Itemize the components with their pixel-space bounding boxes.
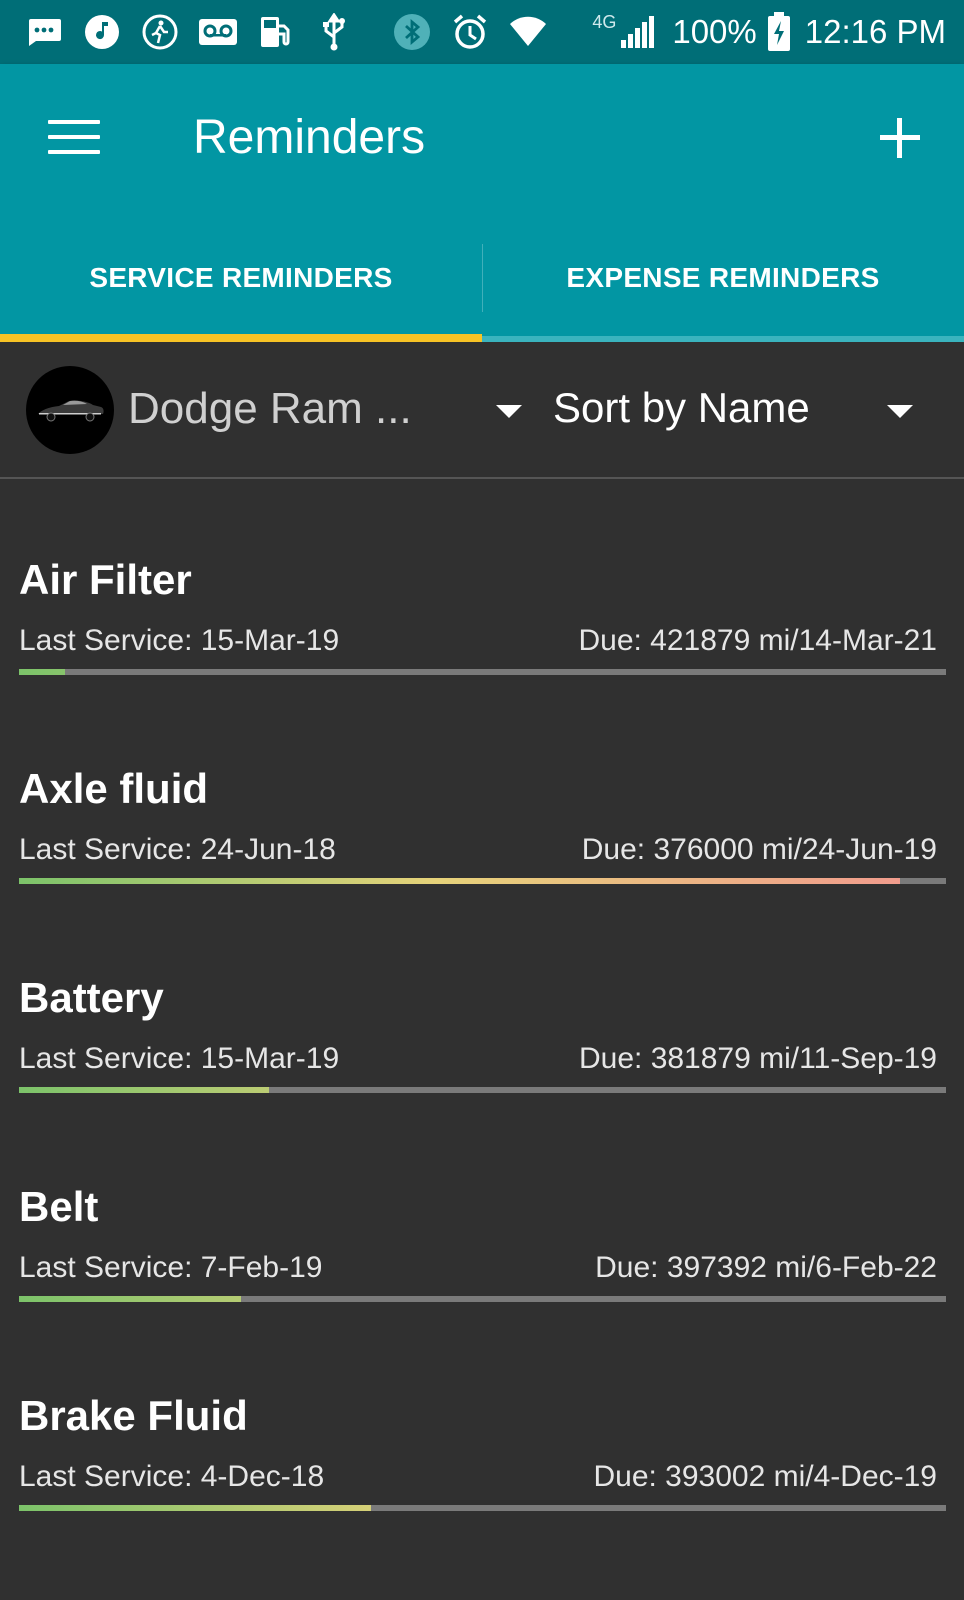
list-item[interactable]: Air Filter Last Service: 15-Mar-19 Due: … xyxy=(0,479,964,688)
page-title: Reminders xyxy=(193,111,426,164)
tab-label: SERVICE REMINDERS xyxy=(89,262,393,293)
battery-charging-icon xyxy=(767,12,793,52)
due-info: Due: 421879 mi/14-Mar-21 xyxy=(578,624,937,657)
fuel-icon xyxy=(256,12,296,52)
reminder-name: Axle fluid xyxy=(19,765,209,812)
filter-row: Dodge Ram ... Sort by Name xyxy=(0,342,964,479)
progress-fill xyxy=(19,1296,241,1302)
tab-divider xyxy=(482,244,483,312)
list-item[interactable]: Brake Fluid Last Service: 4-Dec-18 Due: … xyxy=(0,1315,964,1524)
due-info: Due: 381879 mi/11-Sep-19 xyxy=(578,1042,937,1075)
usb-icon xyxy=(314,12,354,52)
tab-expense-reminders[interactable]: EXPENSE REMINDERS xyxy=(482,214,964,342)
last-service: Last Service: 4-Dec-18 xyxy=(19,1460,325,1493)
list-item[interactable]: Axle fluid Last Service: 24-Jun-18 Due: … xyxy=(0,688,964,897)
progress-bar xyxy=(19,1296,946,1302)
battery-percent: 100% xyxy=(672,13,757,50)
last-service: Last Service: 24-Jun-18 xyxy=(19,833,336,866)
progress-bar xyxy=(19,1505,946,1511)
progress-bar xyxy=(19,669,946,675)
tab-label: EXPENSE REMINDERS xyxy=(566,262,880,293)
last-service: Last Service: 7-Feb-19 xyxy=(19,1251,323,1284)
reminder-name: Belt xyxy=(19,1183,99,1230)
due-info: Due: 376000 mi/24-Jun-19 xyxy=(581,833,937,866)
reminder-name: Brake Fluid xyxy=(19,1392,248,1439)
chevron-down-icon xyxy=(496,405,522,418)
voicemail-icon xyxy=(198,12,238,52)
progress-fill xyxy=(19,878,900,884)
car-icon xyxy=(37,400,104,422)
progress-fill xyxy=(19,1505,371,1511)
alarm-icon xyxy=(450,12,490,52)
clock: 12:16 PM xyxy=(804,13,946,50)
vehicle-avatar[interactable] xyxy=(26,366,114,454)
list-item[interactable]: Belt Last Service: 7-Feb-19 Due: 397392 … xyxy=(0,1106,964,1315)
sort-dropdown[interactable]: Sort by Name xyxy=(553,362,933,458)
tab-service-reminders[interactable]: SERVICE REMINDERS xyxy=(0,214,482,342)
music-icon xyxy=(82,12,122,52)
chevron-down-icon xyxy=(887,405,913,418)
network-type: 4G xyxy=(592,11,617,32)
tab-indicator xyxy=(0,334,482,342)
bluetooth-icon xyxy=(392,12,432,52)
last-service: Last Service: 15-Mar-19 xyxy=(19,624,340,657)
progress-fill xyxy=(19,669,65,675)
tab-bar: SERVICE REMINDERS EXPENSE REMINDERS xyxy=(0,214,964,342)
due-info: Due: 397392 mi/6-Feb-22 xyxy=(595,1251,937,1284)
wifi-icon xyxy=(508,12,548,52)
reminder-name: Air Filter xyxy=(19,556,192,603)
fitness-icon xyxy=(140,12,180,52)
reminder-list: Air Filter Last Service: 15-Mar-19 Due: … xyxy=(0,479,964,1524)
menu-icon[interactable] xyxy=(48,120,100,160)
last-service: Last Service: 15-Mar-19 xyxy=(19,1042,340,1075)
app-bar: Reminders xyxy=(0,64,964,214)
progress-bar xyxy=(19,1087,946,1093)
progress-bar xyxy=(19,878,946,884)
add-reminder-button[interactable] xyxy=(876,114,924,162)
progress-fill xyxy=(19,1087,269,1093)
message-icon xyxy=(24,12,64,52)
plus-icon xyxy=(880,118,920,158)
vehicle-name: Dodge Ram ... xyxy=(128,384,412,433)
reminder-name: Battery xyxy=(19,974,164,1021)
due-info: Due: 393002 mi/4-Dec-19 xyxy=(593,1460,937,1493)
signal-icon xyxy=(620,16,656,48)
sort-label: Sort by Name xyxy=(553,384,810,431)
list-item[interactable]: Battery Last Service: 15-Mar-19 Due: 381… xyxy=(0,897,964,1106)
status-bar: 4G 100% 12:16 PM xyxy=(0,0,964,64)
vehicle-dropdown[interactable]: Dodge Ram ... xyxy=(128,362,528,458)
